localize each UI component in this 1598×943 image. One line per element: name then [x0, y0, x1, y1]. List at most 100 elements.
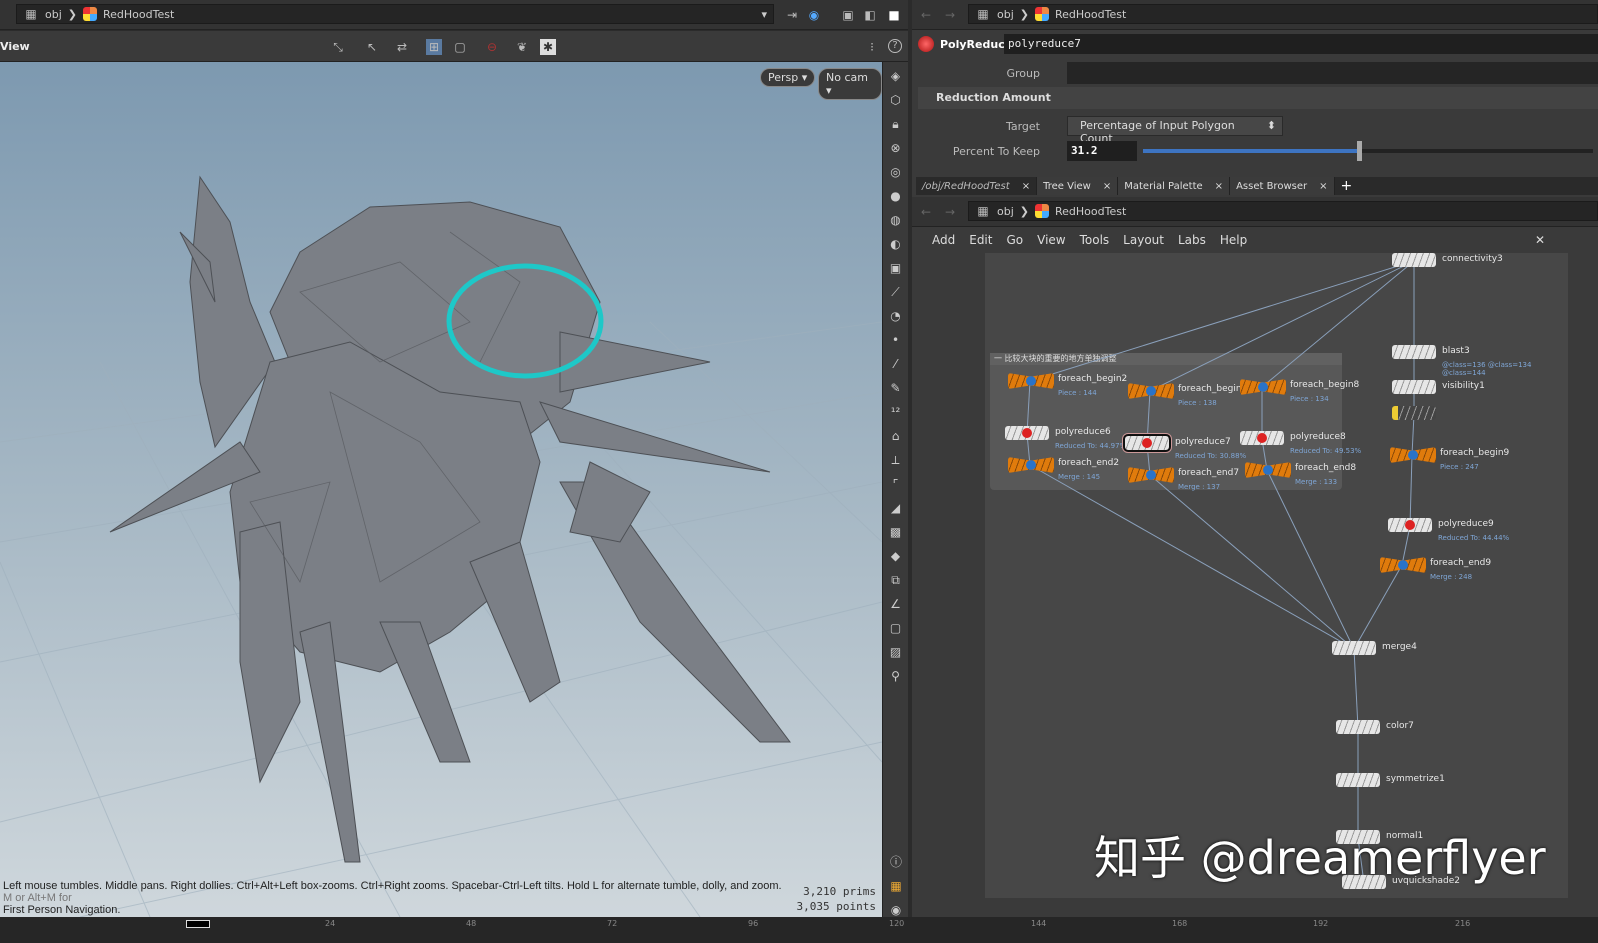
camera-icon[interactable]: ◐: [888, 236, 904, 252]
layout-icon[interactable]: ▣: [840, 7, 856, 23]
close-icon[interactable]: ×: [1319, 181, 1327, 192]
menu-go[interactable]: Go: [1006, 233, 1023, 248]
link-icon[interactable]: ◉: [806, 7, 822, 23]
bulb-icon[interactable]: ◍: [888, 212, 904, 228]
tab-0[interactable]: /obj/RedHoodTest ×: [916, 177, 1038, 195]
pin-location-icon[interactable]: ⚲: [888, 668, 904, 684]
node-polyreduce7[interactable]: [1123, 434, 1171, 452]
info-icon[interactable]: ⓘ: [888, 854, 904, 870]
reduction-amount-section[interactable]: Reduction Amount: [918, 87, 1598, 109]
add-tab-button[interactable]: +: [1335, 177, 1359, 195]
crumb-redhoodtest[interactable]: RedHoodTest: [1055, 8, 1126, 21]
handle-icon[interactable]: ❦: [514, 39, 530, 55]
record-icon[interactable]: ⊖: [484, 39, 500, 55]
menu-view[interactable]: View: [1037, 233, 1065, 248]
parm-breadcrumb[interactable]: ▦ obj ❯ RedHoodTest: [968, 4, 1598, 24]
time-cursor[interactable]: [186, 920, 210, 928]
numbers-icon[interactable]: ¹²: [888, 404, 904, 420]
eye-icon[interactable]: ◉: [888, 902, 904, 918]
target-dropdown[interactable]: Percentage of Input Polygon Count ⬍: [1067, 116, 1283, 145]
snapshot-icon[interactable]: ▣: [888, 260, 904, 276]
render-icon[interactable]: ◔: [888, 308, 904, 324]
pen-icon[interactable]: ✎: [888, 380, 904, 396]
measure-icon[interactable]: ∠: [888, 596, 904, 612]
shade-icon[interactable]: ◎: [888, 164, 904, 180]
back-icon[interactable]: ←: [918, 7, 934, 23]
shelf-icon[interactable]: ⟂: [888, 452, 904, 468]
node-connectivity3[interactable]: [1392, 253, 1436, 267]
crumb-redhoodtest[interactable]: RedHoodTest: [1055, 205, 1126, 218]
back-icon[interactable]: ←: [918, 204, 934, 220]
square-icon[interactable]: ▢: [888, 620, 904, 636]
tab-3[interactable]: Asset Browser ×: [1230, 177, 1335, 195]
persp-menu[interactable]: Persp ▾: [760, 68, 816, 87]
timeline[interactable]: 24 48 72 96 120 144 168 192 216: [0, 917, 1598, 943]
image-icon[interactable]: ▨: [888, 644, 904, 660]
tab-2[interactable]: Material Palette ×: [1118, 177, 1231, 195]
diamond-icon[interactable]: ◆: [888, 548, 904, 564]
grid-icon[interactable]: ▦: [888, 878, 904, 894]
percent-slider[interactable]: [1143, 141, 1593, 161]
node-symmetrize1[interactable]: [1336, 773, 1380, 787]
tools-icon[interactable]: ✕: [1532, 232, 1548, 248]
crumb-obj[interactable]: obj: [997, 8, 1014, 21]
menu-layout[interactable]: Layout: [1123, 233, 1164, 248]
display-options-icon[interactable]: ⁝: [864, 39, 880, 55]
node-blast3[interactable]: [1392, 345, 1436, 359]
maximize-icon[interactable]: ■: [886, 7, 902, 23]
normals-icon[interactable]: ⟋: [888, 284, 904, 300]
settings-icon[interactable]: ✱: [540, 39, 556, 55]
ramp-icon[interactable]: ◢: [888, 500, 904, 516]
node-polyreduce9[interactable]: [1388, 518, 1432, 532]
menu-add[interactable]: Add: [932, 233, 955, 248]
tab-1[interactable]: Tree View ×: [1037, 177, 1119, 195]
uv-icon[interactable]: ⧉: [888, 572, 904, 588]
move-icon[interactable]: ↖: [364, 39, 380, 55]
node-polyreduce6[interactable]: [1005, 426, 1049, 440]
close-icon[interactable]: ×: [1215, 181, 1223, 192]
light-icon[interactable]: ●: [888, 188, 904, 204]
crumb-redhoodtest[interactable]: RedHoodTest: [103, 8, 174, 21]
menu-labs[interactable]: Labs: [1178, 233, 1206, 248]
snap-icon[interactable]: ⊞: [426, 39, 442, 55]
lock-icon[interactable]: 🔒︎: [888, 116, 904, 132]
menu-edit[interactable]: Edit: [969, 233, 992, 248]
3d-viewport[interactable]: Persp ▾ No cam ▾ Left mouse tumbles. Mid…: [0, 62, 882, 917]
split-icon[interactable]: ◧: [862, 7, 878, 23]
pin-icon[interactable]: ⇥: [784, 7, 800, 23]
camera-menu[interactable]: No cam ▾: [818, 68, 882, 100]
node-visibility1[interactable]: [1392, 380, 1436, 394]
node-name-field[interactable]: polyreduce7: [1004, 34, 1598, 54]
node-color7[interactable]: [1336, 720, 1380, 734]
network-breadcrumb[interactable]: ▦ obj ❯ RedHoodTest: [968, 201, 1598, 221]
help-icon[interactable]: ?: [888, 39, 902, 53]
node-switch[interactable]: [1392, 406, 1436, 420]
xray-icon[interactable]: ⊗: [888, 140, 904, 156]
left-breadcrumb[interactable]: ▦ obj ❯ RedHoodTest ▾: [16, 4, 774, 24]
frame-icon[interactable]: ⌜: [888, 476, 904, 492]
close-icon[interactable]: ×: [1022, 181, 1030, 192]
chevron-down-icon[interactable]: ▾: [761, 8, 767, 21]
crumb-obj[interactable]: obj: [45, 8, 62, 21]
group-field[interactable]: [1067, 62, 1598, 84]
stamp-icon[interactable]: ⌂: [888, 428, 904, 444]
network-editor[interactable]: 一 比较大块的重要的地方单独调整 connectivity3 blast3 @cla…: [985, 253, 1568, 898]
forward-icon[interactable]: →: [942, 7, 958, 23]
node-polyreduce8[interactable]: [1240, 431, 1284, 445]
close-icon[interactable]: ×: [1103, 181, 1111, 192]
view-icon[interactable]: ◈: [888, 68, 904, 84]
node-merge4[interactable]: [1332, 641, 1376, 655]
menu-tools[interactable]: Tools: [1080, 233, 1110, 248]
checker-icon[interactable]: ▩: [888, 524, 904, 540]
slider-handle[interactable]: [1357, 141, 1362, 161]
brush-icon[interactable]: ⁄: [888, 356, 904, 372]
wire-icon[interactable]: ⬡: [888, 92, 904, 108]
select-icon[interactable]: ⤡: [330, 39, 346, 55]
point-icon[interactable]: •: [888, 332, 904, 348]
grid-snap-icon[interactable]: ▢: [452, 39, 468, 55]
crumb-obj[interactable]: obj: [997, 205, 1014, 218]
percent-field[interactable]: 31.2: [1067, 141, 1137, 161]
transform-icon[interactable]: ⇄: [394, 39, 410, 55]
forward-icon[interactable]: →: [942, 204, 958, 220]
menu-help[interactable]: Help: [1220, 233, 1247, 248]
